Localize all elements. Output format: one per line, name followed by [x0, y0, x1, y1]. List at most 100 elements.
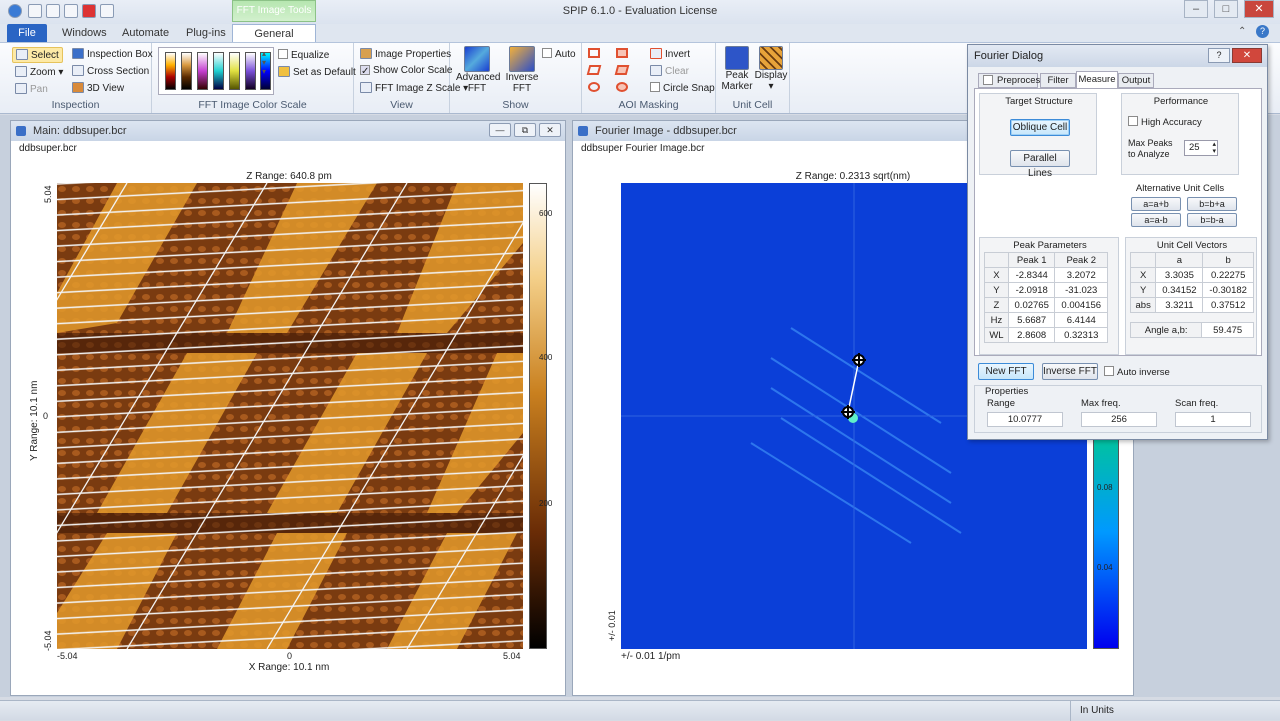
- poly-fill-aoi-icon[interactable]: [614, 65, 630, 75]
- zoom-button[interactable]: Zoom ▾: [15, 66, 63, 78]
- color-scale-gallery[interactable]: [158, 47, 274, 95]
- invert-label: Invert: [665, 49, 691, 60]
- spinner-arrows-icon[interactable]: ▴ ▾: [1212, 141, 1216, 155]
- alt-a-minus-b-button[interactable]: a=a-b: [1131, 213, 1181, 227]
- alt-b-plus-a-button[interactable]: b=b+a: [1187, 197, 1237, 211]
- group-aoi: Invert Clear Circle Snap AOI Masking: [582, 43, 716, 113]
- cell: 3.3035: [1155, 267, 1204, 283]
- image-properties-button[interactable]: Image Properties: [360, 48, 451, 60]
- tab-general[interactable]: General: [232, 24, 316, 43]
- tab-filter[interactable]: Filter: [1040, 73, 1076, 88]
- fft-scale-tick-008: 0.08: [1097, 483, 1113, 492]
- dialog-close-icon[interactable]: ✕: [1232, 48, 1262, 63]
- table-row: Z 0.02765 0.004156: [984, 297, 1108, 313]
- chevron-up-icon[interactable]: ⌃: [1238, 26, 1246, 37]
- alt-b-minus-a-button[interactable]: b=b-a: [1187, 213, 1237, 227]
- table-row: Y -2.0918 -31.023: [984, 282, 1108, 298]
- preprocess-checkbox[interactable]: [983, 75, 993, 85]
- tab-file[interactable]: File: [7, 24, 47, 42]
- status-divider: [1070, 701, 1071, 721]
- max-peaks-spinner[interactable]: 25 ▴ ▾: [1184, 140, 1218, 156]
- invert-button[interactable]: Invert: [650, 48, 690, 60]
- window-minimize-icon[interactable]: —: [489, 123, 511, 137]
- 3d-view-button[interactable]: 3D View: [72, 82, 124, 94]
- rect-fill-aoi-icon[interactable]: [616, 48, 628, 58]
- circle-snap-box: [650, 82, 660, 92]
- maximize-icon[interactable]: □: [1214, 0, 1238, 18]
- stm-image[interactable]: [57, 183, 523, 649]
- cross-section-button[interactable]: Cross Section: [72, 65, 149, 77]
- tab-plugins[interactable]: Plug-ins: [178, 24, 234, 42]
- peak-marker-button[interactable]: Peak Marker: [720, 46, 754, 92]
- parallel-lines-button[interactable]: Parallel Lines: [1010, 150, 1070, 179]
- main-image-window[interactable]: Main: ddbsuper.bcr — ⧉ ✕ ddbsuper.bcr Z …: [10, 120, 566, 696]
- fourier-dialog[interactable]: Fourier Dialog ? ✕ Preprocess Filter Mea…: [967, 44, 1268, 440]
- inverse-fft-button[interactable]: Inverse FFT: [502, 46, 542, 94]
- gallery-scroll-icon[interactable]: ▴ ▾ ▾: [262, 49, 266, 76]
- peak-parameters-label: Peak Parameters: [1013, 240, 1087, 251]
- window-close-icon[interactable]: ✕: [539, 123, 561, 137]
- title-bar: FFT Image Tools SPIP 6.1.0 - Evaluation …: [0, 0, 1280, 24]
- rect-aoi-icon[interactable]: [588, 48, 600, 58]
- tab-measure[interactable]: Measure: [1076, 71, 1118, 88]
- inverse-fft-icon: [509, 46, 535, 72]
- group-unit-cell: Peak Marker Display ▾ Unit Cell: [716, 43, 790, 113]
- auto-checkbox[interactable]: Auto: [542, 48, 576, 60]
- tab-windows[interactable]: Windows: [54, 24, 115, 42]
- row-label: Z: [984, 297, 1009, 313]
- table-corner: [1129, 252, 1157, 268]
- cell: -2.0918: [1007, 282, 1056, 298]
- max-freq-value: 256: [1081, 412, 1157, 427]
- scale-swatch-brown[interactable]: [181, 52, 192, 90]
- scale-swatch-yellow[interactable]: [229, 52, 240, 90]
- vector-a-header: a: [1155, 252, 1204, 268]
- inspection-box-button[interactable]: Inspection Box: [72, 48, 153, 60]
- scale-swatch-purple[interactable]: [197, 52, 208, 90]
- ellipse-fill-aoi-icon[interactable]: [616, 82, 628, 92]
- table-row: Hz 5.6687 6.4144: [984, 312, 1108, 328]
- y-tick-mid: 0: [43, 411, 49, 421]
- tab-preprocess[interactable]: Preprocess: [978, 73, 1045, 88]
- new-fft-button[interactable]: New FFT: [978, 363, 1034, 380]
- cell: -31.023: [1054, 282, 1108, 298]
- help-icon[interactable]: ?: [1256, 25, 1269, 38]
- auto-inverse-box: [1104, 366, 1114, 376]
- scale-swatch-violet[interactable]: [245, 52, 256, 90]
- advanced-fft-button[interactable]: Advanced FFT: [456, 46, 500, 94]
- tab-output[interactable]: Output: [1118, 73, 1154, 88]
- dialog-help-icon[interactable]: ?: [1208, 48, 1230, 63]
- scale-swatch-hot[interactable]: [165, 52, 176, 90]
- window-restore-icon[interactable]: ⧉: [514, 123, 536, 137]
- select-button[interactable]: Select: [12, 47, 63, 63]
- scale-swatch-cyan[interactable]: [213, 52, 224, 90]
- pan-button[interactable]: Pan: [15, 83, 48, 95]
- group-label-color-scale: FFT Image Color Scale: [198, 99, 307, 111]
- dialog-titlebar[interactable]: Fourier Dialog ? ✕: [968, 45, 1267, 67]
- x-tick-mid: 0: [287, 651, 293, 661]
- display-button[interactable]: Display ▾: [754, 46, 788, 92]
- row-label: X: [984, 267, 1009, 283]
- circle-snap-checkbox[interactable]: Circle Snap: [650, 82, 715, 94]
- clear-button[interactable]: Clear: [650, 65, 689, 77]
- high-accuracy-checkbox[interactable]: High Accuracy: [1128, 116, 1202, 128]
- show-color-scale-checkbox[interactable]: ✓ Show Color Scale: [360, 65, 452, 77]
- zoom-label: Zoom: [30, 67, 56, 78]
- group-show: Advanced FFT Inverse FFT Auto Show: [450, 43, 582, 113]
- max-freq-label: Max freq.: [1081, 398, 1121, 409]
- angle-value: 59.475: [1201, 322, 1254, 338]
- unit-cell-vectors-label: Unit Cell Vectors: [1156, 240, 1228, 251]
- tab-automate[interactable]: Automate: [114, 24, 177, 42]
- alt-a-plus-b-button[interactable]: a=a+b: [1131, 197, 1181, 211]
- ellipse-aoi-icon[interactable]: [588, 82, 600, 92]
- inverse-fft-label: Inverse FFT: [505, 72, 539, 94]
- minimize-icon[interactable]: –: [1184, 0, 1208, 18]
- table-row: X -2.8344 3.2072: [984, 267, 1108, 283]
- measure-panel: Target Structure Oblique Cell Parallel L…: [974, 88, 1262, 356]
- inverse-fft-dialog-button[interactable]: Inverse FFT: [1042, 363, 1098, 380]
- oblique-cell-button[interactable]: Oblique Cell: [1010, 119, 1070, 136]
- set-default-button[interactable]: Set as Default: [278, 66, 356, 78]
- close-icon[interactable]: ✕: [1244, 0, 1274, 18]
- auto-inverse-checkbox[interactable]: Auto inverse: [1104, 366, 1170, 378]
- equalize-checkbox[interactable]: Equalize: [278, 49, 329, 61]
- poly-aoi-icon[interactable]: [586, 65, 602, 75]
